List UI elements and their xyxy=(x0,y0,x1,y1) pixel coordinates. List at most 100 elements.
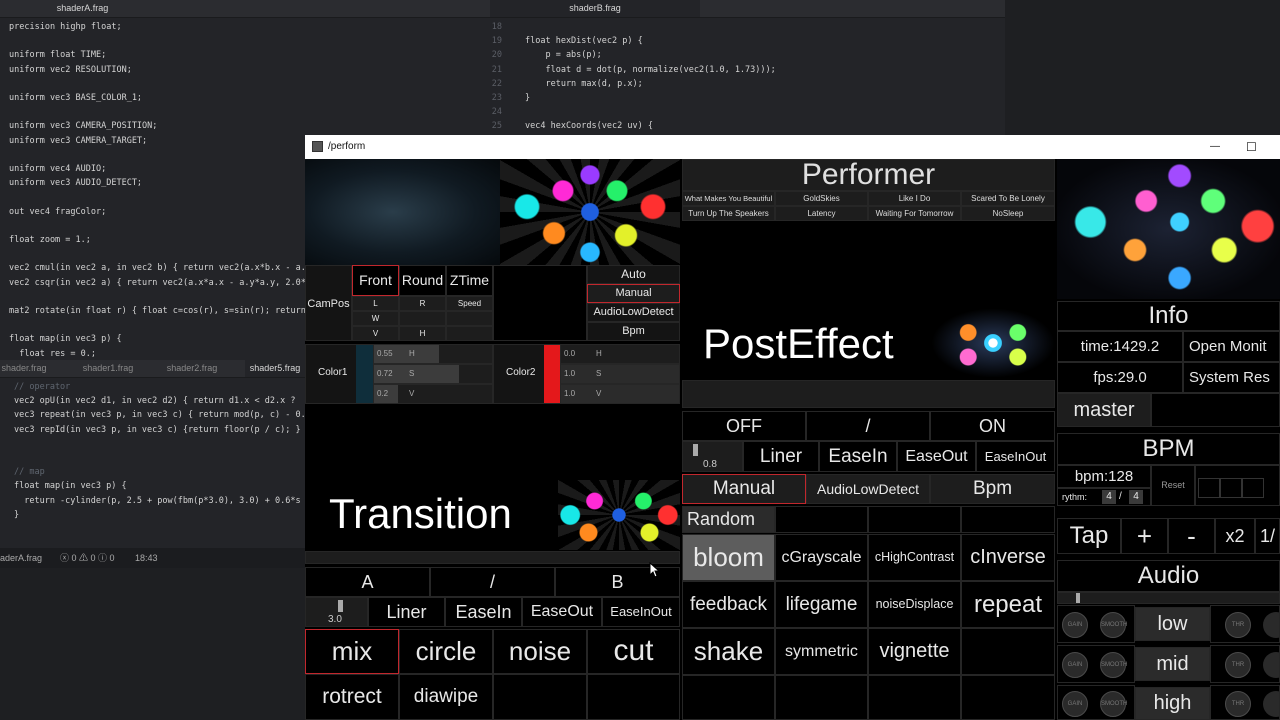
code-b-line[interactable]: return max(d, p.x); xyxy=(525,77,776,91)
tap-button[interactable]: Tap xyxy=(1057,518,1121,554)
posteffect-liner[interactable]: Liner xyxy=(743,441,819,472)
status-problems[interactable]: ⓧ 0 ⚠ 0 ⓘ 0 xyxy=(60,548,115,568)
posteffect-easein[interactable]: EaseIn xyxy=(819,441,897,472)
audio-mid[interactable]: mid xyxy=(1135,647,1210,681)
song-7[interactable]: Waiting For Tomorrow xyxy=(868,206,961,221)
low-thr-knob[interactable]: THR xyxy=(1225,612,1251,638)
bpm-minus-button[interactable]: - xyxy=(1168,518,1215,554)
code-c-line[interactable]: float map(in vec3 p) { xyxy=(14,479,306,493)
status-file[interactable]: aderA.frag xyxy=(0,548,42,568)
code-a-line[interactable] xyxy=(9,290,306,304)
transition-duration-slider[interactable]: 3.0 xyxy=(305,597,368,627)
code-a-line[interactable]: float res = 0.; xyxy=(9,347,306,361)
song-2[interactable]: GoldSkies xyxy=(775,191,868,206)
code-a-line[interactable]: mat2 rotate(in float r) { float c=cos(r)… xyxy=(9,304,306,318)
code-a-line[interactable]: uniform vec4 AUDIO; xyxy=(9,162,306,176)
code-a-line[interactable]: vec2 csqr(in vec2 a) { return vec2(a.x*a… xyxy=(9,276,306,290)
master-slider[interactable]: master xyxy=(1057,393,1151,427)
code-a-line[interactable] xyxy=(9,219,306,233)
maximize-button[interactable]: ☐ xyxy=(1246,135,1257,159)
transition-b-button[interactable]: B xyxy=(555,567,680,597)
transition-noise[interactable]: noise xyxy=(493,629,587,674)
code-a-line[interactable] xyxy=(9,247,306,261)
posteffect-manual[interactable]: Manual xyxy=(682,474,806,504)
posteffect-audiolowdetect[interactable]: AudioLowDetect xyxy=(806,474,930,504)
tab-shader-a[interactable]: shaderA.frag xyxy=(0,0,165,17)
code-b-line[interactable] xyxy=(525,105,776,119)
code-c-line[interactable] xyxy=(14,437,306,451)
effect-feedback[interactable]: feedback xyxy=(682,581,775,628)
transition-cut[interactable]: cut xyxy=(587,629,680,674)
effect-bloom[interactable]: bloom xyxy=(682,534,775,581)
low-gain-knob[interactable]: GAIN xyxy=(1062,612,1088,638)
high-gain-knob[interactable]: GAIN xyxy=(1062,691,1088,717)
slider-l[interactable]: L xyxy=(352,296,399,311)
code-a-line[interactable]: out vec4 fragColor; xyxy=(9,205,306,219)
high-smooth-knob[interactable]: SMOOTH xyxy=(1100,691,1127,717)
tab-ztime[interactable]: ZTime xyxy=(446,265,493,296)
song-1[interactable]: What Makes You Beautiful xyxy=(682,191,775,206)
effect-lifegame[interactable]: lifegame xyxy=(775,581,868,628)
code-a-line[interactable]: uniform vec3 CAMERA_POSITION; xyxy=(9,119,306,133)
code-a-line[interactable] xyxy=(9,190,306,204)
slider-w[interactable]: W xyxy=(352,311,399,326)
mid-gain-knob[interactable]: GAIN xyxy=(1062,652,1088,678)
code-a-line[interactable] xyxy=(9,148,306,162)
code-a-line[interactable]: uniform float TIME; xyxy=(9,48,306,62)
effect-repeat[interactable]: repeat xyxy=(961,581,1055,628)
song-6[interactable]: Latency xyxy=(775,206,868,221)
open-monitor-button[interactable]: Open Monit xyxy=(1183,331,1280,362)
code-a-line[interactable] xyxy=(9,105,306,119)
mode-audiolowdetect[interactable]: AudioLowDetect xyxy=(587,303,680,322)
song-4[interactable]: Scared To Be Lonely xyxy=(961,191,1055,206)
slider-r[interactable]: R xyxy=(399,296,446,311)
transition-circle[interactable]: circle xyxy=(399,629,493,674)
song-5[interactable]: Turn Up The Speakers xyxy=(682,206,775,221)
status-position[interactable]: 18:43 xyxy=(135,548,158,568)
mid-smooth-knob[interactable]: SMOOTH xyxy=(1100,652,1127,678)
code-a-line[interactable]: float zoom = 1.; xyxy=(9,233,306,247)
code-a-line[interactable] xyxy=(9,318,306,332)
posteffect-easeinout[interactable]: EaseInOut xyxy=(976,441,1055,472)
tab-shader2[interactable]: shader2.frag xyxy=(162,360,222,377)
posteffect-random[interactable]: Random xyxy=(682,506,775,533)
code-c-line[interactable]: return -cylinder(p, 2.5 + pow(fbm(p*3.0)… xyxy=(14,494,306,508)
mode-manual[interactable]: Manual xyxy=(587,284,680,303)
code-c-line[interactable]: // operator xyxy=(14,380,306,394)
color1-h-slider[interactable]: 0.55 H xyxy=(373,344,493,364)
code-a-line[interactable]: uniform vec3 BASE_COLOR_1; xyxy=(9,91,306,105)
posteffect-duration-slider[interactable]: 0.8 xyxy=(682,441,743,472)
slider-v3[interactable] xyxy=(446,326,493,341)
effect-symmetric[interactable]: symmetric xyxy=(775,628,868,675)
system-reset-button[interactable]: System Res xyxy=(1183,362,1280,393)
effect-shake[interactable]: shake xyxy=(682,628,775,675)
effect-cinverse[interactable]: cInverse xyxy=(961,534,1055,581)
code-c-line[interactable]: vec2 opU(in vec2 d1, in vec2 d2) { retur… xyxy=(14,394,306,408)
audio-low[interactable]: low xyxy=(1135,607,1210,641)
color1-v-slider[interactable]: 0.2 V xyxy=(373,384,493,404)
transition-mix[interactable]: mix xyxy=(305,629,399,674)
song-3[interactable]: Like I Do xyxy=(868,191,961,206)
code-a-line[interactable]: uniform vec3 CAMERA_TARGET; xyxy=(9,134,306,148)
code-b-line[interactable]: float d = dot(p, normalize(vec2(1.0, 1.7… xyxy=(525,63,775,77)
transition-a-button[interactable]: A xyxy=(305,567,430,597)
slider-v[interactable]: V xyxy=(352,326,399,341)
slider-w2[interactable] xyxy=(399,311,446,326)
code-c-line[interactable]: } xyxy=(14,508,306,522)
code-a-line[interactable]: uniform vec2 RESOLUTION; xyxy=(9,63,306,77)
audio-high[interactable]: high xyxy=(1135,687,1210,720)
bpm-half-button[interactable]: 1/ xyxy=(1255,518,1280,554)
tab-front[interactable]: Front xyxy=(352,265,399,296)
color1-s-slider[interactable]: 0.72 S xyxy=(373,364,493,384)
code-a-line[interactable]: float map(in vec3 p) { xyxy=(9,332,306,346)
code-b-line[interactable]: p = abs(p); xyxy=(525,48,776,62)
effect-cgrayscale[interactable]: cGrayscale xyxy=(775,534,868,581)
audio-gain-slider[interactable] xyxy=(1057,592,1280,604)
bpm-plus-button[interactable]: + xyxy=(1121,518,1168,554)
mode-auto[interactable]: Auto xyxy=(587,265,680,284)
tab-shader-b[interactable]: shaderB.frag xyxy=(490,0,700,17)
posteffect-on[interactable]: ON xyxy=(930,411,1055,441)
transition-scrollbar[interactable] xyxy=(305,551,680,564)
transition-liner[interactable]: Liner xyxy=(368,597,445,627)
bpm-reset-button[interactable]: Reset xyxy=(1151,465,1195,506)
